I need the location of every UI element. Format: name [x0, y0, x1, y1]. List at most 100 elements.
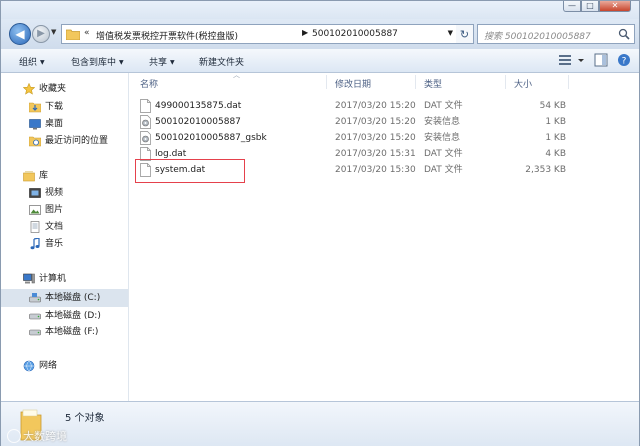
chevron-down-icon: ▼ — [170, 59, 175, 66]
file-size: 4 KB — [545, 149, 566, 159]
sidebar-item-downloads[interactable]: 下载 — [1, 99, 128, 115]
file-date: 2017/03/20 15:20 — [335, 101, 416, 111]
search-placeholder: 搜索 500102010005887 — [484, 32, 591, 42]
sidebar-item-drive-d[interactable]: 本地磁盘 (D:) — [1, 308, 128, 324]
sidebar-item-drive-c[interactable]: 本地磁盘 (C:) — [1, 289, 128, 307]
sidebar-item-label: 库 — [39, 171, 49, 181]
sidebar-item-favorites[interactable]: 收藏夹 — [1, 81, 128, 97]
dat-file-icon — [140, 99, 151, 113]
column-header-date[interactable]: 修改日期 — [335, 77, 371, 90]
file-size: 2,353 KB — [525, 165, 566, 175]
organize-menu[interactable]: 组织 ▼ — [19, 55, 45, 68]
file-date: 2017/03/20 15:20 — [335, 133, 416, 143]
column-header-size[interactable]: 大小 — [514, 77, 532, 90]
command-bar: 组织 ▼ 包含到库中 ▼ 共享 ▼ 新建文件夹 ? — [1, 49, 639, 73]
column-divider[interactable] — [505, 75, 506, 89]
sidebar-item-recent-places[interactable]: 最近访问的位置 — [1, 133, 128, 149]
library-icon — [23, 171, 35, 182]
pictures-library-icon — [29, 205, 41, 215]
setup-info-icon — [140, 115, 151, 129]
table-row[interactable]: 500102010005887_gsbk 2017/03/20 15:20 安装… — [134, 130, 574, 146]
drive-icon — [29, 329, 41, 336]
sidebar-item-label: 本地磁盘 (D:) — [45, 311, 101, 321]
star-icon — [23, 83, 35, 95]
address-bar[interactable]: « 增值税发票税控开票软件(税控盘版) ▶ 500102010005887 ▼ — [61, 24, 458, 44]
music-library-icon — [30, 238, 40, 250]
download-folder-icon — [29, 102, 41, 113]
include-in-library-label: 包含到库中 — [71, 58, 117, 68]
help-icon[interactable]: ? — [617, 53, 631, 67]
column-header-type[interactable]: 类型 — [424, 77, 442, 90]
sidebar-item-documents[interactable]: 文档 — [1, 219, 128, 235]
table-row[interactable]: 500102010005887 2017/03/20 15:20 安装信息 1 … — [134, 114, 574, 130]
sidebar-item-label: 视频 — [45, 188, 64, 198]
back-button[interactable]: ◀ — [9, 23, 31, 45]
sidebar-item-computer[interactable]: 计算机 — [1, 271, 128, 287]
address-row: ◀ ▶ ▼ « 增值税发票税控开票软件(税控盘版) ▶ 500102010005… — [1, 19, 639, 49]
sidebar-item-pictures[interactable]: 图片 — [1, 202, 128, 218]
folder-icon — [66, 29, 80, 40]
close-button[interactable]: ✕ — [599, 1, 631, 12]
sidebar-item-label: 下载 — [45, 102, 64, 112]
setup-info-icon — [140, 131, 151, 145]
file-size: 1 KB — [545, 133, 566, 143]
view-controls: ? — [552, 53, 631, 67]
explorer-window: — □ ✕ ◀ ▶ ▼ « 增值税发票税控开票软件(税控盘版) ▶ 500102… — [0, 0, 640, 446]
sidebar-item-drive-f[interactable]: 本地磁盘 (F:) — [1, 324, 128, 340]
change-view-icon[interactable] — [558, 53, 572, 67]
svg-text:?: ? — [622, 57, 627, 67]
breadcrumb-overflow-icon[interactable]: « — [84, 28, 90, 38]
file-size: 1 KB — [545, 117, 566, 127]
details-pane: 5 个对象 大数跨境 — [1, 401, 639, 446]
documents-library-icon — [30, 221, 40, 233]
sidebar-item-network[interactable]: 网络 — [1, 358, 128, 374]
recent-pages-dropdown[interactable]: ▼ — [51, 28, 56, 36]
address-dropdown-icon[interactable]: ▼ — [448, 29, 453, 37]
sidebar-item-videos[interactable]: 视频 — [1, 185, 128, 201]
maximize-button[interactable]: □ — [581, 1, 599, 12]
preview-pane-icon[interactable] — [594, 53, 608, 67]
watermark: 大数跨境 — [7, 428, 67, 444]
highlight-annotation — [135, 159, 245, 183]
recent-places-icon — [29, 136, 41, 147]
sidebar-item-label: 图片 — [45, 205, 64, 215]
sidebar-item-music[interactable]: 音乐 — [1, 236, 128, 252]
breadcrumb-current[interactable]: 500102010005887 — [312, 29, 398, 39]
search-input[interactable]: 搜索 500102010005887 — [477, 24, 635, 44]
refresh-button[interactable]: ↻ — [456, 24, 474, 44]
file-type: DAT 文件 — [424, 165, 463, 175]
breadcrumb-parent[interactable]: 增值税发票税控开票软件(税控盘版) — [96, 29, 238, 42]
file-date: 2017/03/20 15:20 — [335, 117, 416, 127]
table-row[interactable]: 499000135875.dat 2017/03/20 15:20 DAT 文件… — [134, 98, 574, 114]
column-divider[interactable] — [415, 75, 416, 89]
column-divider[interactable] — [326, 75, 327, 89]
minimize-button[interactable]: — — [563, 1, 581, 12]
column-header-name[interactable]: 名称 — [140, 77, 158, 90]
sidebar-item-label: 桌面 — [45, 119, 64, 129]
file-date: 2017/03/20 15:31 — [335, 149, 416, 159]
sort-ascending-icon: ︿ — [233, 71, 240, 79]
file-name: 500102010005887 — [155, 117, 241, 127]
sidebar-item-label: 文档 — [45, 222, 64, 232]
network-icon — [23, 360, 35, 372]
file-date: 2017/03/20 15:30 — [335, 165, 416, 175]
sidebar-item-label: 网络 — [39, 361, 58, 371]
sidebar-item-desktop[interactable]: 桌面 — [1, 116, 128, 132]
share-label: 共享 — [149, 58, 168, 68]
drive-c-icon — [29, 293, 41, 303]
organize-label: 组织 — [19, 58, 38, 68]
file-type: 安装信息 — [424, 117, 461, 127]
chevron-down-icon: ▼ — [40, 59, 45, 66]
share-menu[interactable]: 共享 ▼ — [149, 55, 175, 68]
file-type: DAT 文件 — [424, 149, 463, 159]
view-dropdown-icon[interactable] — [577, 53, 585, 67]
forward-button[interactable]: ▶ — [32, 25, 50, 43]
search-icon[interactable] — [618, 28, 630, 40]
new-folder-button[interactable]: 新建文件夹 — [199, 55, 244, 68]
sidebar-item-label: 音乐 — [45, 239, 64, 249]
column-divider[interactable] — [568, 75, 569, 89]
include-in-library-menu[interactable]: 包含到库中 ▼ — [71, 55, 124, 68]
breadcrumb-separator-icon[interactable]: ▶ — [302, 28, 308, 37]
sidebar-item-libraries[interactable]: 库 — [1, 168, 128, 184]
sidebar-item-label: 收藏夹 — [39, 84, 67, 94]
